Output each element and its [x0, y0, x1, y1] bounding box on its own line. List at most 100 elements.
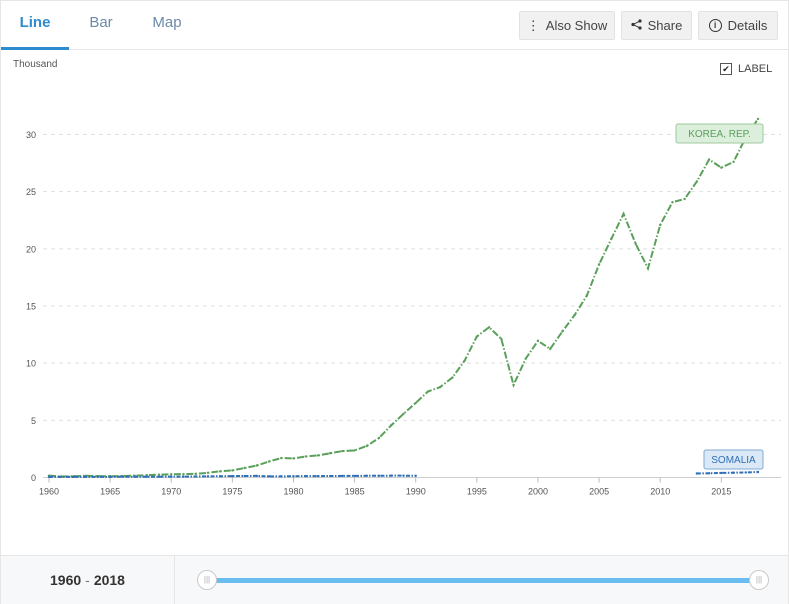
gridlines	[43, 134, 781, 421]
y-tick-label: 20	[26, 244, 36, 254]
data-point	[194, 472, 197, 476]
share-button[interactable]: Share	[621, 11, 692, 40]
tab-map[interactable]: Map	[147, 1, 187, 47]
data-point	[426, 390, 430, 393]
data-point	[133, 475, 136, 478]
data-point	[610, 237, 613, 241]
y-axis-ticks: 0 5 10 15 20 25 30	[26, 130, 36, 483]
data-point	[292, 457, 295, 460]
data-point	[756, 470, 760, 474]
data-point	[720, 471, 723, 475]
vertical-dots-icon: ⋮	[526, 17, 540, 33]
x-tick-label: 1970	[161, 487, 181, 497]
data-point	[353, 474, 356, 478]
x-tick-label: 2015	[711, 487, 731, 497]
data-point	[744, 471, 747, 474]
range-slider-start-handle[interactable]: |||	[197, 570, 217, 590]
range-start: 1960	[50, 572, 82, 588]
y-tick-label: 10	[26, 359, 36, 369]
data-point	[390, 474, 393, 477]
data-point	[548, 347, 552, 351]
data-point	[218, 470, 222, 473]
range-separator: -	[85, 572, 90, 588]
line-chart: 0 5 10 15 20 25 30 1960 1965 1970 1975 1980 1985 199…	[26, 117, 781, 497]
data-point	[304, 455, 307, 458]
share-icon	[631, 18, 642, 33]
tab-line[interactable]: Line	[1, 1, 69, 50]
data-point	[121, 475, 124, 478]
data-point	[695, 180, 699, 183]
data-point	[170, 475, 173, 478]
range-slider-track[interactable]	[206, 578, 759, 583]
y-tick-label: 25	[26, 187, 36, 197]
data-point	[84, 475, 87, 479]
x-tick-label: 1980	[283, 487, 303, 497]
y-tick-label: 30	[26, 130, 36, 140]
data-point	[145, 475, 148, 478]
data-point	[267, 460, 271, 463]
data-point	[536, 339, 540, 343]
data-point	[732, 471, 735, 474]
series-label-text: SOMALIA	[711, 455, 756, 466]
series-labels: KOREA, REP. SOMALIA	[675, 123, 764, 470]
data-point	[304, 474, 307, 478]
data-point	[108, 475, 112, 479]
data-point	[402, 474, 405, 477]
data-point	[646, 267, 650, 270]
also-show-label: Also Show	[545, 18, 608, 33]
chart-panel: Line Bar Map ⋮ Also Show Share i Details…	[0, 0, 789, 604]
data-point	[597, 263, 601, 266]
data-point	[414, 401, 417, 405]
data-point	[390, 424, 393, 427]
details-label: Details	[727, 18, 768, 33]
data-point	[756, 117, 760, 121]
data-point	[47, 475, 51, 479]
data-point	[487, 326, 491, 329]
data-point	[695, 472, 699, 475]
y-tick-label: 15	[26, 302, 36, 312]
x-tick-label: 1965	[100, 487, 120, 497]
data-point	[402, 412, 405, 416]
data-point	[561, 330, 564, 333]
x-tick-label: 1995	[467, 487, 487, 497]
range-end: 2018	[93, 572, 125, 588]
x-tick-label: 2000	[528, 487, 548, 497]
data-point	[72, 475, 75, 479]
range-slider-end-handle[interactable]: |||	[749, 570, 769, 590]
x-tick-label: 2005	[589, 487, 609, 497]
data-point	[231, 469, 234, 472]
data-point	[414, 474, 417, 477]
data-point	[573, 313, 576, 317]
also-show-button[interactable]: ⋮ Also Show	[519, 11, 615, 40]
data-point	[341, 449, 344, 453]
y-tick-label: 0	[31, 473, 36, 483]
x-tick-label: 1960	[39, 487, 59, 497]
series-line-somalia	[696, 471, 759, 475]
data-point	[96, 475, 100, 479]
data-point	[683, 197, 686, 201]
info-icon: i	[708, 19, 722, 32]
data-point	[585, 294, 589, 297]
x-tick-label: 1985	[345, 487, 365, 497]
share-label: Share	[647, 18, 683, 33]
data-point	[218, 475, 222, 478]
year-range-display: 1960 - 2018	[1, 556, 175, 604]
data-point	[170, 473, 173, 476]
data-point	[463, 359, 466, 362]
x-tick-label: 1990	[406, 487, 426, 497]
details-button[interactable]: i Details	[698, 11, 778, 40]
time-range-footer: 1960 - 2018 ||| |||	[1, 555, 788, 604]
data-point	[524, 357, 527, 360]
data-point	[475, 335, 479, 338]
data-point	[353, 449, 356, 452]
chart-type-tabs: Line Bar Map ⋮ Also Show Share i Details	[1, 1, 788, 50]
x-tick-label: 2010	[650, 487, 670, 497]
data-point	[707, 158, 711, 161]
data-point	[292, 475, 295, 478]
tab-bar[interactable]: Bar	[81, 1, 121, 47]
data-point	[720, 166, 723, 169]
data-point	[316, 454, 320, 457]
x-axis: 1960 1965 1970 1975 1980 1985 1990 1995 2000 2005…	[39, 477, 781, 497]
series-label-text: KOREA, REP.	[688, 129, 751, 140]
data-point	[194, 475, 197, 478]
